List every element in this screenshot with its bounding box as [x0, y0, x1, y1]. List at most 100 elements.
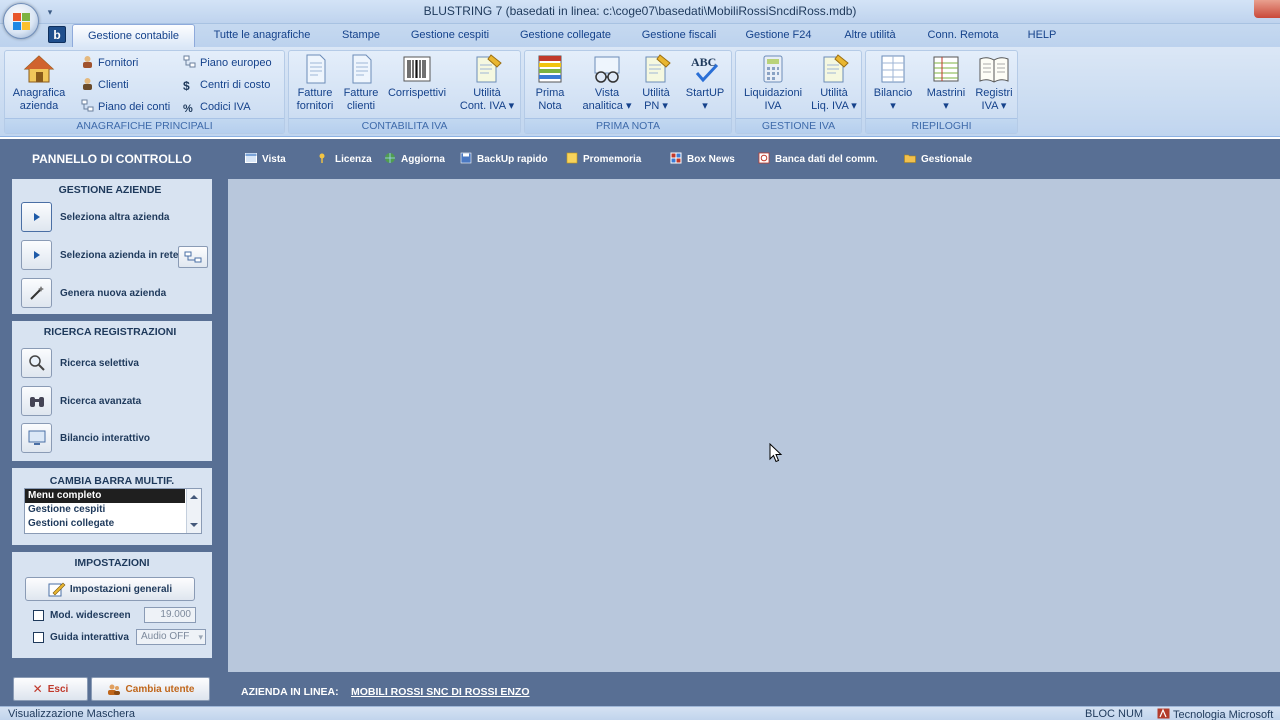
- tab-gestione-fiscali[interactable]: Gestione fiscali: [631, 24, 727, 47]
- listbox-scrollbar[interactable]: [186, 489, 201, 533]
- codici-iva-button[interactable]: % Codici IVA: [183, 98, 251, 116]
- cambia-barra-title: CAMBIA BARRA MULTIF.: [49, 475, 175, 487]
- group-riepiloghi: Bilancio ▾ Mastrini ▾ Registri IVA ▾ RIE…: [865, 50, 1018, 134]
- prima-nota-button[interactable]: Prima Nota: [528, 53, 572, 119]
- tab-help[interactable]: HELP: [1020, 24, 1064, 47]
- group-prima-nota: Prima Nota Vista analitica ▾ Utilità PN …: [524, 50, 732, 134]
- ricerca-selettiva-button[interactable]: [21, 348, 52, 378]
- seleziona-azienda-rete-button[interactable]: [21, 240, 52, 270]
- tab-gestione-cespiti[interactable]: Gestione cespiti: [398, 24, 502, 47]
- box-news-button[interactable]: Box News: [670, 152, 735, 166]
- vista-button[interactable]: Vista: [245, 152, 286, 166]
- calculator-icon: [763, 55, 783, 83]
- backup-rapido-button[interactable]: BackUp rapido: [460, 152, 548, 166]
- person-icon: [83, 56, 92, 68]
- liquidazioni-iva-button[interactable]: Liquidazioni IVA: [739, 53, 807, 119]
- monitor-icon: [28, 430, 45, 445]
- bilancio-interattivo-row[interactable]: Bilancio interattivo: [21, 423, 150, 453]
- bilancio-interattivo-button[interactable]: [21, 423, 52, 453]
- quick-access-dropdown-icon[interactable]: ▾: [44, 6, 56, 18]
- tab-altre-utilita[interactable]: Altre utilità: [831, 24, 909, 47]
- corrispettivi-button[interactable]: Corrispettivi: [384, 53, 450, 119]
- cambia-utente-button[interactable]: Cambia utente: [91, 677, 210, 701]
- play-arrow-icon: [33, 213, 40, 221]
- scroll-up-icon[interactable]: [190, 495, 198, 499]
- quick-access-toolbar: ▾: [44, 4, 56, 20]
- barcode-icon: [403, 56, 431, 82]
- users-icon: [107, 684, 120, 695]
- list-item[interactable]: Gestioni collegate: [25, 517, 185, 531]
- piano-dei-conti-button[interactable]: Piano dei conti: [81, 98, 170, 116]
- widescreen-value-field[interactable]: 19.000: [144, 607, 196, 623]
- office-button[interactable]: [3, 3, 39, 39]
- list-item[interactable]: Menu completo: [25, 489, 185, 503]
- network-button[interactable]: [178, 246, 208, 268]
- group-gestione-iva: Liquidazioni IVA Utilità Liq. IVA ▾ GEST…: [735, 50, 862, 134]
- genera-nuova-azienda-button[interactable]: [21, 278, 52, 308]
- barra-listbox[interactable]: Menu completo Gestione cespiti Gestioni …: [24, 488, 202, 534]
- impostazioni-title: IMPOSTAZIONI: [74, 557, 150, 569]
- group-label-riepiloghi: RIEPILOGHI: [866, 118, 1017, 133]
- utilita-liq-iva-button[interactable]: Utilità Liq. IVA ▾: [808, 53, 860, 119]
- balance-sheet-icon: [881, 55, 905, 83]
- guida-audio-select[interactable]: Audio OFF ▾: [136, 629, 206, 645]
- ledger-book-icon: [933, 56, 959, 82]
- ricerca-selettiva-row[interactable]: Ricerca selettiva: [21, 348, 139, 378]
- wand-icon: [29, 286, 44, 300]
- tab-tutte-anagrafiche[interactable]: Tutte le anagrafiche: [200, 24, 324, 47]
- news-grid-icon: [670, 152, 682, 164]
- gestione-aziende-title: GESTIONE AZIENDE: [58, 184, 162, 196]
- licenza-button[interactable]: Licenza: [318, 152, 372, 166]
- fornitori-button[interactable]: Fornitori: [81, 54, 138, 72]
- play-arrow-icon: [33, 251, 40, 259]
- anagrafica-azienda-button[interactable]: Anagrafica azienda: [7, 53, 71, 119]
- tab-stampe[interactable]: Stampe: [332, 24, 390, 47]
- group-label-prima-nota: PRIMA NOTA: [525, 118, 731, 133]
- startup-button[interactable]: ABC StartUP ▾: [681, 53, 729, 119]
- seleziona-azienda-rete-row[interactable]: Seleziona azienda in rete: [21, 240, 178, 270]
- spellcheck-icon: ABC: [691, 55, 719, 83]
- group-contabilita-iva: Fatture fornitori Fatture clienti Corris…: [288, 50, 521, 134]
- registri-iva-button[interactable]: Registri IVA ▾: [971, 53, 1017, 119]
- ricerca-avanzata-button[interactable]: [21, 386, 52, 416]
- app-logo-icon[interactable]: b: [48, 26, 66, 43]
- tab-conn-remota[interactable]: Conn. Remota: [918, 24, 1008, 47]
- promemoria-button[interactable]: Promemoria: [566, 152, 641, 166]
- impostazioni-generali-button[interactable]: Impostazioni generali: [25, 577, 195, 601]
- utilita-cont-iva-button[interactable]: Utilità Cont. IVA ▾: [455, 53, 519, 119]
- guida-interattiva-checkbox[interactable]: [33, 631, 44, 643]
- glasses-icon: [594, 56, 620, 83]
- fatture-clienti-button[interactable]: Fatture clienti: [339, 53, 383, 119]
- tab-gestione-collegate[interactable]: Gestione collegate: [509, 24, 622, 47]
- gestionale-button[interactable]: Gestionale: [904, 152, 972, 166]
- seleziona-altra-azienda-button[interactable]: [21, 202, 52, 232]
- ricerca-registrazioni-title: RICERCA REGISTRAZIONI: [43, 326, 177, 338]
- guida-interattiva-row: Guida interattiva: [33, 629, 129, 645]
- scroll-down-icon[interactable]: [190, 523, 198, 527]
- seleziona-altra-azienda-row[interactable]: Seleziona altra azienda: [21, 202, 170, 232]
- ricerca-avanzata-row[interactable]: Ricerca avanzata: [21, 386, 141, 416]
- vista-analitica-button[interactable]: Vista analitica ▾: [577, 53, 637, 119]
- invoice-icon: [352, 54, 372, 84]
- banca-dati-button[interactable]: Banca dati del comm.: [758, 152, 878, 166]
- folder-icon: [904, 154, 916, 163]
- aggiorna-button[interactable]: Aggiorna: [384, 152, 445, 166]
- list-item[interactable]: Gestione cespiti: [25, 503, 185, 517]
- close-window-button[interactable]: [1254, 0, 1280, 18]
- clienti-button[interactable]: Clienti: [81, 76, 129, 94]
- utilita-pn-button[interactable]: Utilità PN ▾: [637, 53, 675, 119]
- ricerca-registrazioni-box: RICERCA REGISTRAZIONI Ricerca selettiva …: [12, 321, 212, 461]
- mastrini-button[interactable]: Mastrini ▾: [921, 53, 971, 119]
- group-label-gestione-iva: GESTIONE IVA: [736, 118, 861, 133]
- centri-di-costo-button[interactable]: $ Centri di costo: [183, 76, 270, 94]
- tab-gestione-f24[interactable]: Gestione F24: [736, 24, 821, 47]
- fatture-fornitori-button[interactable]: Fatture fornitori: [292, 53, 338, 119]
- dollar-icon: $: [183, 79, 190, 93]
- esci-button[interactable]: ✕ Esci: [13, 677, 88, 701]
- azienda-in-linea-link[interactable]: MOBILI ROSSI SNC DI ROSSI ENZO: [351, 686, 530, 698]
- bilancio-button[interactable]: Bilancio ▾: [868, 53, 918, 119]
- widescreen-checkbox[interactable]: [33, 609, 44, 621]
- tab-gestione-contabile[interactable]: Gestione contabile: [72, 24, 195, 47]
- piano-europeo-button[interactable]: Piano europeo: [183, 54, 272, 72]
- genera-nuova-azienda-row[interactable]: Genera nuova azienda: [21, 278, 166, 308]
